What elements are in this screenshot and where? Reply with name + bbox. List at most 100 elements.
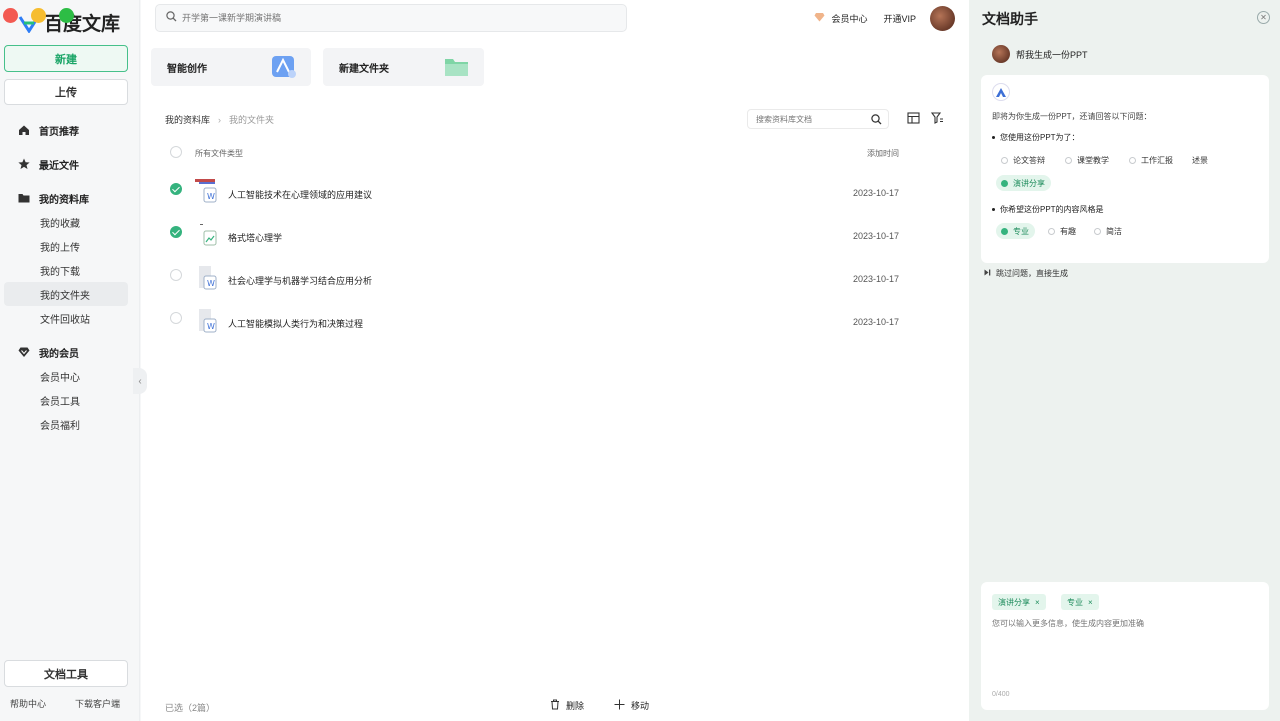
- file-date: 2023-10-17: [852, 317, 899, 327]
- radio-dot: [1094, 227, 1101, 235]
- new-folder-label: 新建文件夹: [339, 63, 389, 75]
- new-button[interactable]: 新建: [4, 45, 128, 72]
- smart-create-label: 智能创作: [167, 63, 207, 75]
- word-doc-icon: W: [195, 177, 217, 205]
- option-interesting[interactable]: 有趣: [1043, 223, 1082, 239]
- sidebar-item-label: 最近文件: [39, 160, 79, 172]
- library-search-input[interactable]: [756, 114, 866, 124]
- option-extra[interactable]: 述景: [1187, 152, 1214, 168]
- question-purpose: 您使用这份PPT为了：: [992, 132, 1080, 143]
- svg-text:W: W: [207, 279, 215, 288]
- sidebar-item-uploads[interactable]: 我的上传: [4, 234, 128, 258]
- user-message-text: 帮我生成一份PPT: [1016, 49, 1088, 60]
- radio-dot: [1129, 156, 1136, 164]
- search-input[interactable]: [182, 13, 602, 23]
- breadcrumb-current: 我的文件夹: [229, 115, 275, 125]
- sidebar-item-member-benefits[interactable]: 会员福利: [4, 412, 128, 436]
- assistant-prompt-input[interactable]: [992, 618, 1258, 668]
- main-content: 会员中心 开通VIP 智能创作 新建文件夹 我的资料库 › 我的文件夹 所有文件…: [141, 0, 969, 721]
- option-label: 演讲分享: [1013, 178, 1045, 188]
- row-checkbox[interactable]: [170, 269, 182, 281]
- sidebar-item-favorites[interactable]: 我的收藏: [4, 210, 128, 234]
- table-row[interactable]: 格式塔心理学 2023-10-17: [169, 220, 899, 256]
- new-folder-card[interactable]: 新建文件夹: [323, 48, 484, 86]
- move-button[interactable]: 移动: [614, 699, 649, 712]
- library-search[interactable]: [747, 109, 889, 129]
- skip-forward-icon: [984, 269, 991, 278]
- collapse-sidebar-handle[interactable]: ‹: [133, 368, 147, 394]
- window-maximize-button[interactable]: [59, 8, 74, 23]
- breadcrumb-root[interactable]: 我的资料库: [165, 113, 210, 126]
- upload-button[interactable]: 上传: [4, 79, 128, 105]
- window-close-button[interactable]: [3, 8, 18, 23]
- skip-questions-button[interactable]: 跳过问题，直接生成: [984, 268, 1068, 279]
- view-toggle-icon[interactable]: [907, 112, 921, 126]
- avatar[interactable]: [930, 5, 955, 31]
- row-checkbox[interactable]: [170, 312, 182, 324]
- file-name[interactable]: 人工智能模拟人类行为和决策过程: [228, 317, 363, 330]
- file-name[interactable]: 人工智能技术在心理领域的应用建议: [228, 188, 372, 201]
- table-row[interactable]: W 社会心理学与机器学习结合应用分析 2023-10-17: [169, 263, 899, 299]
- open-vip-link[interactable]: 开通VIP: [883, 12, 916, 25]
- trash-icon: [550, 699, 560, 712]
- home-icon: [18, 124, 30, 136]
- file-name[interactable]: 社会心理学与机器学习结合应用分析: [228, 274, 372, 287]
- sidebar-item-label: 我的资料库: [39, 194, 89, 206]
- delete-button[interactable]: 删除: [550, 699, 584, 712]
- filter-sort-icon[interactable]: [930, 112, 945, 126]
- download-client-link[interactable]: 下载客户端: [75, 697, 120, 710]
- option-class-teaching[interactable]: 课堂教学: [1060, 152, 1115, 168]
- sidebar-item-member-tools[interactable]: 会员工具: [4, 388, 128, 412]
- col-added-time[interactable]: 添加时间: [867, 148, 899, 159]
- table-row[interactable]: W 人工智能模拟人类行为和决策过程 2023-10-17: [169, 306, 899, 342]
- user-message: 帮我生成一份PPT: [992, 45, 1088, 63]
- sidebar-item-folders[interactable]: 我的文件夹: [4, 282, 128, 306]
- option-work-report[interactable]: 工作汇报: [1124, 152, 1179, 168]
- tag-label: 专业: [1067, 597, 1083, 607]
- sidebar-item-member[interactable]: 我的会员: [0, 340, 140, 364]
- sidebar-item-home[interactable]: 首页推荐: [0, 118, 140, 142]
- radio-dot: [1065, 156, 1072, 164]
- select-all-checkbox[interactable]: [170, 146, 182, 158]
- file-date: 2023-10-17: [852, 274, 899, 284]
- sidebar-item-recent[interactable]: 最近文件: [0, 152, 140, 176]
- sidebar-item-library[interactable]: 我的资料库: [0, 186, 140, 210]
- sidebar-item-member-center[interactable]: 会员中心: [4, 364, 128, 388]
- option-label: 有趣: [1060, 226, 1076, 236]
- window-minimize-button[interactable]: [31, 8, 46, 23]
- tag-speech-share[interactable]: 演讲分享 ×: [992, 594, 1046, 610]
- row-checkbox[interactable]: [170, 183, 182, 195]
- table-row[interactable]: W 人工智能技术在心理领域的应用建议 2023-10-17: [169, 177, 899, 213]
- close-icon[interactable]: ×: [1035, 598, 1040, 607]
- option-professional[interactable]: 专业: [996, 223, 1035, 239]
- sidebar: 百度文库 新建 上传 首页推荐 最近文件 我的资料库 我的收藏 我的上传 我的下…: [0, 0, 140, 721]
- option-thesis-defense[interactable]: 论文答辩: [996, 152, 1051, 168]
- breadcrumb: 我的资料库 › 我的文件夹: [165, 113, 274, 126]
- member-center-link[interactable]: 会员中心: [814, 12, 867, 25]
- close-icon[interactable]: ×: [1088, 598, 1093, 607]
- question-style: 你希望这份PPT的内容风格是: [992, 204, 1104, 215]
- sidebar-item-recycle-bin[interactable]: 文件回收站: [4, 306, 128, 330]
- col-file-type[interactable]: 所有文件类型: [195, 148, 243, 159]
- smart-create-card[interactable]: 智能创作: [151, 48, 311, 86]
- close-icon[interactable]: ✕: [1257, 11, 1270, 24]
- tag-professional[interactable]: 专业 ×: [1061, 594, 1099, 610]
- svg-text:W: W: [207, 322, 215, 331]
- chevron-left-icon: ‹: [138, 375, 142, 387]
- row-checkbox[interactable]: [170, 226, 182, 238]
- doc-assistant-panel: 文档助手 ✕ 帮我生成一份PPT 即将为你生成一份PPT，还请回答以下问题： 您…: [969, 0, 1280, 721]
- chevron-right-icon: ›: [218, 114, 222, 125]
- move-label: 移动: [631, 701, 650, 711]
- option-speech-share[interactable]: 演讲分享: [996, 175, 1051, 191]
- skip-label: 跳过问题，直接生成: [996, 269, 1068, 278]
- char-counter: 0/400: [992, 691, 1010, 698]
- doc-tools-button[interactable]: 文档工具: [4, 660, 128, 687]
- search-bar[interactable]: [155, 4, 627, 32]
- search-icon[interactable]: [871, 114, 882, 127]
- option-label: 工作汇报: [1141, 155, 1173, 165]
- help-center-link[interactable]: 帮助中心: [10, 697, 46, 710]
- option-concise[interactable]: 简洁: [1089, 223, 1128, 239]
- sidebar-item-downloads[interactable]: 我的下载: [4, 258, 128, 282]
- file-name[interactable]: 格式塔心理学: [228, 231, 282, 244]
- assistant-title: 文档助手: [982, 11, 1038, 27]
